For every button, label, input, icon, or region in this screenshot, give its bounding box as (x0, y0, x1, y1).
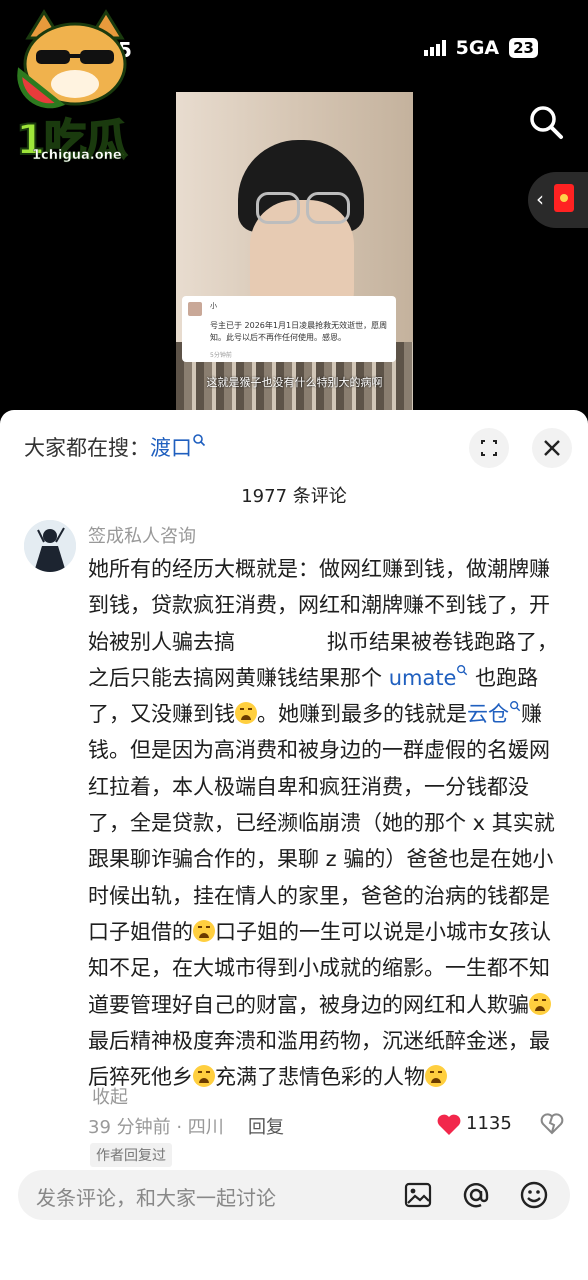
close-icon (544, 440, 560, 456)
status-right: 5GA 23 (423, 37, 538, 59)
comment-link-umate[interactable]: umate (389, 666, 457, 690)
search-small-icon (510, 701, 521, 712)
comment-author[interactable]: 签成私人咨询 (88, 522, 196, 548)
watermark-logo: 1吃瓜 1chigua.one (6, 8, 144, 168)
search-small-icon (457, 664, 468, 676)
comment-body: 她所有的经历大概就是：做网红赚到钱，做潮牌赚到钱，贷款疯狂消费，网红和潮牌赚不到… (88, 551, 566, 1095)
fox-mascot-icon (17, 9, 127, 109)
expand-icon (481, 440, 497, 456)
comment-time-location: 39 分钟前 · 四川 (88, 1117, 224, 1138)
expand-button[interactable] (469, 428, 509, 468)
red-packet-icon (554, 184, 574, 212)
emoji-icon[interactable] (518, 1179, 550, 1211)
comment-sheet: 大家都在搜：渡口 1977 条评论 签成私人咨询 她所有的经历大概就是：做网红赚… (0, 410, 588, 1280)
broken-heart-icon[interactable] (540, 1112, 564, 1136)
search-suggestion-keyword[interactable]: 渡口 (150, 436, 192, 460)
collapse-button[interactable]: 收起 (92, 1083, 128, 1109)
signal-icon (423, 40, 446, 56)
close-button[interactable] (532, 428, 572, 468)
comment-input[interactable]: 发条评论，和大家一起讨论 (18, 1170, 570, 1220)
overlay-card-avatar (188, 302, 202, 316)
overlay-card-time: 5分钟前 (210, 352, 232, 359)
comment-text-8: 充满了悲情色彩的人物 (215, 1065, 425, 1090)
author-replied-badge: 作者回复过 (90, 1143, 172, 1167)
search-suggestion[interactable]: 大家都在搜：渡口 (24, 432, 206, 462)
crying-emoji-icon (235, 702, 257, 725)
reply-button[interactable]: 回复 (248, 1113, 284, 1139)
at-mention-icon[interactable] (460, 1179, 492, 1211)
comment-text-5: 赚钱。但是因为高消费和被身边的一群虚假的名媛网红拉着，本人极端自卑和疯狂消费，一… (88, 702, 555, 944)
glasses-left (256, 192, 300, 224)
red-packet-tab[interactable]: ‹ (528, 172, 588, 228)
overlay-card-body: 号主已于 2026年1月1日凌晨抢救无效逝世，愿周知。此号以后不再作任何使用。感… (210, 321, 388, 342)
comment-text-4: 。她赚到最多的钱就是 (257, 702, 467, 727)
comment-link-yuncang[interactable]: 云仓 (467, 702, 509, 726)
glasses-right (306, 192, 350, 224)
battery-icon: 23 (509, 38, 538, 58)
crying-emoji-icon (193, 1065, 215, 1088)
chevron-left-icon: ‹ (536, 187, 544, 211)
video-subtitle: 这就是猴子也没有什么特别大的病啊 (206, 376, 383, 389)
avatar-image-icon (24, 520, 76, 572)
comment-count: 1977 条评论 (241, 486, 347, 507)
heart-icon[interactable] (436, 1113, 462, 1137)
avatar[interactable] (24, 520, 76, 572)
video-overlay-card: 小 号主已于 2026年1月1日凌晨抢救无效逝世，愿周知。此号以后不再作任何使用… (182, 296, 396, 362)
crying-emoji-icon (529, 992, 551, 1015)
search-suggestion-prefix: 大家都在搜： (24, 436, 150, 460)
overlay-card-name: 小 (210, 302, 217, 310)
watermark-url: 1chigua.one (32, 148, 122, 163)
search-small-icon (193, 434, 206, 447)
image-icon[interactable] (402, 1179, 434, 1211)
video-player[interactable]: 小 号主已于 2026年1月1日凌晨抢救无效逝世，愿周知。此号以后不再作任何使用… (176, 92, 413, 410)
network-label: 5GA (455, 37, 500, 59)
search-icon[interactable] (528, 104, 564, 140)
crying-emoji-icon (193, 919, 215, 942)
like-count: 1135 (466, 1113, 512, 1134)
crying-emoji-icon (425, 1065, 447, 1088)
comment-input-placeholder: 发条评论，和大家一起讨论 (36, 1186, 276, 1210)
